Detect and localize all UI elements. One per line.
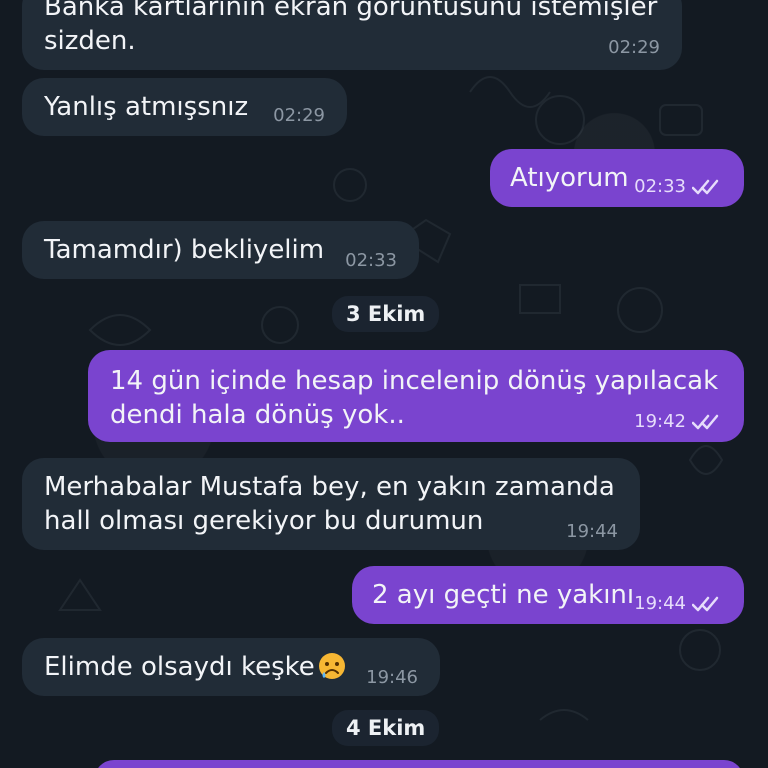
incoming-message[interactable]: Banka kartlarının ekran görüntüsünü iste… [22, 0, 682, 70]
message-meta: 02:33 [634, 177, 722, 197]
message-time: 02:29 [273, 105, 325, 126]
date-label: 3 Ekim [346, 302, 426, 326]
message-time: 19:46 [366, 667, 418, 688]
message-meta: 02:33 [345, 251, 397, 271]
outgoing-message[interactable]: Atıyorum 02:33 [490, 149, 744, 207]
message-text: Merhabalar Mustafa bey, en yakın zamanda… [44, 472, 615, 536]
incoming-message[interactable]: Yanlış atmışsnız 02:29 [22, 78, 347, 136]
message-time: 19:44 [634, 593, 686, 614]
message-text-content: Elimde olsaydı keşke [44, 652, 315, 682]
double-check-icon [692, 179, 719, 195]
incoming-message[interactable]: Tamamdır) bekliyelim 02:33 [22, 221, 419, 279]
outgoing-message[interactable]: 2 ayı geçti ne yakını 19:44 [352, 566, 744, 624]
date-label: 4 Ekim [346, 716, 426, 740]
message-meta: 19:44 [566, 522, 618, 542]
message-time: 02:33 [345, 250, 397, 271]
message-time: 19:44 [566, 521, 618, 542]
message-time: 02:29 [608, 37, 660, 58]
incoming-message[interactable]: Merhabalar Mustafa bey, en yakın zamanda… [22, 458, 640, 550]
message-meta: 19:46 [366, 668, 418, 688]
message-meta: 02:29 [273, 106, 325, 126]
message-text: Elimde olsaydı keşke [44, 650, 418, 684]
message-time: 19:42 [634, 411, 686, 432]
message-meta: 19:44 [634, 594, 722, 614]
message-time: 02:33 [634, 176, 686, 197]
message-text: Banka kartlarının ekran görüntüsünü iste… [44, 0, 658, 56]
outgoing-message-partial[interactable] [94, 760, 744, 768]
double-check-icon [692, 596, 719, 612]
message-text: Tamamdır) bekliyelim [44, 235, 325, 265]
date-separator: 3 Ekim [332, 296, 440, 332]
message-text: 14 gün içinde hesap incelenip dönüş yapı… [110, 366, 719, 430]
chat-message-list[interactable]: Banka kartlarının ekran görüntüsünü iste… [0, 0, 768, 768]
outgoing-message[interactable]: 14 gün içinde hesap incelenip dönüş yapı… [88, 350, 744, 442]
date-separator: 4 Ekim [332, 710, 440, 746]
incoming-message[interactable]: Elimde olsaydı keşke 19:46 [22, 638, 440, 696]
sad-sweat-emoji-icon [318, 653, 345, 679]
double-check-icon [692, 414, 719, 430]
message-meta: 19:42 [634, 412, 722, 432]
message-meta: 02:29 [608, 38, 660, 58]
